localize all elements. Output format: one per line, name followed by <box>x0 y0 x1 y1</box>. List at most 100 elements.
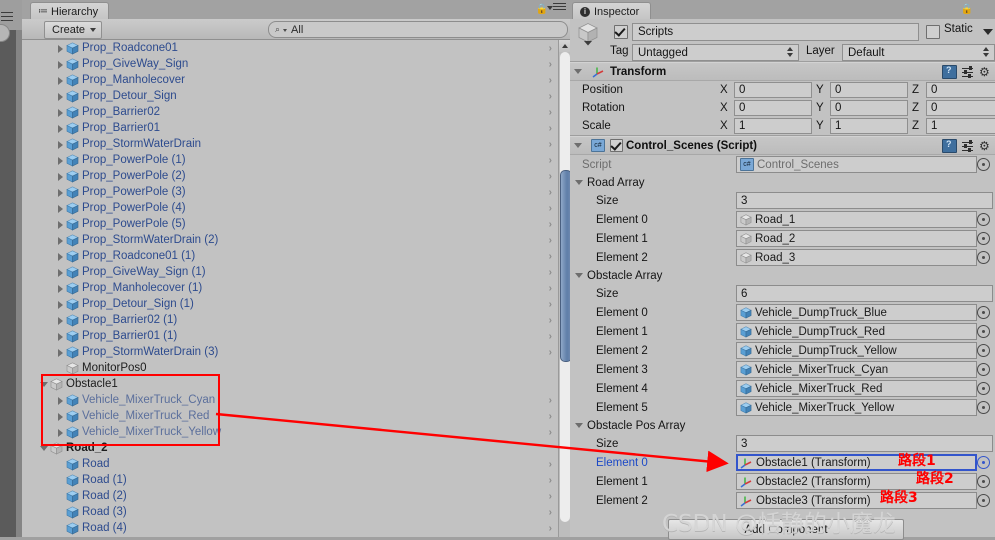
expand-toggle-icon[interactable] <box>56 188 65 197</box>
hierarchy-item[interactable]: Prop_StormWaterDrain (2) › <box>22 232 558 248</box>
object-picker-icon[interactable] <box>977 363 990 376</box>
expand-toggle-icon[interactable] <box>56 76 65 85</box>
prefab-chevron-icon[interactable]: › <box>549 459 552 470</box>
hierarchy-item[interactable]: Road (4) › <box>22 520 558 536</box>
foldout-toggle-icon[interactable] <box>575 178 584 187</box>
help-book-icon[interactable] <box>942 139 957 153</box>
hierarchy-item[interactable]: Vehicle_MixerTruck_Red › <box>22 408 558 424</box>
prefab-chevron-icon[interactable]: › <box>549 299 552 310</box>
hierarchy-item[interactable]: Prop_PowerPole (2) › <box>22 168 558 184</box>
object-picker-icon[interactable] <box>977 382 990 395</box>
hierarchy-item[interactable]: Road_2 <box>22 440 558 456</box>
prefab-chevron-icon[interactable]: › <box>549 427 552 438</box>
transform-rotation-x-field[interactable]: 0 <box>734 100 812 116</box>
hierarchy-item[interactable]: Vehicle_MixerTruck_Cyan › <box>22 392 558 408</box>
object-picker-icon[interactable] <box>977 401 990 414</box>
prefab-chevron-icon[interactable]: › <box>549 75 552 86</box>
transform-component-header[interactable]: Transform ⚙ <box>570 62 995 81</box>
expand-toggle-icon[interactable] <box>56 316 65 325</box>
chevron-down-icon[interactable] <box>983 29 993 35</box>
transform-rotation-z-field[interactable]: 0 <box>926 100 995 116</box>
prefab-chevron-icon[interactable]: › <box>549 219 552 230</box>
hierarchy-item[interactable]: Prop_PowerPole (4) › <box>22 200 558 216</box>
expand-toggle-icon[interactable] <box>56 92 65 101</box>
array-element-object-field[interactable]: Vehicle_DumpTruck_Blue <box>736 304 977 321</box>
expand-toggle-icon[interactable] <box>56 236 65 245</box>
hierarchy-item[interactable]: Road (3) › <box>22 504 558 520</box>
object-picker-icon[interactable] <box>977 344 990 357</box>
object-picker-icon[interactable] <box>977 456 990 469</box>
hierarchy-item[interactable]: Prop_GiveWay_Sign (1) › <box>22 264 558 280</box>
static-checkbox[interactable] <box>926 25 940 39</box>
script-object-field[interactable]: c# Control_Scenes <box>736 156 977 173</box>
expand-toggle-icon[interactable] <box>56 332 65 341</box>
prefab-chevron-icon[interactable]: › <box>549 203 552 214</box>
prefab-chevron-icon[interactable]: › <box>549 283 552 294</box>
hierarchy-item[interactable]: Prop_Barrier01 › <box>22 120 558 136</box>
array-foldout[interactable]: Obstacle Pos Array <box>570 417 995 434</box>
gear-icon[interactable]: ⚙ <box>979 66 991 78</box>
hierarchy-item[interactable]: Road (1) › <box>22 472 558 488</box>
object-picker-icon[interactable] <box>977 213 990 226</box>
array-element-object-field[interactable]: Road_1 <box>736 211 977 228</box>
prefab-chevron-icon[interactable]: › <box>549 155 552 166</box>
object-picker-icon[interactable] <box>977 494 990 507</box>
hierarchy-item[interactable]: Prop_Barrier02 › <box>22 104 558 120</box>
transform-rotation-y-field[interactable]: 0 <box>830 100 908 116</box>
array-size-field[interactable]: 6 <box>736 285 993 302</box>
transform-position-y-field[interactable]: 0 <box>830 82 908 98</box>
prefab-chevron-icon[interactable]: › <box>549 187 552 198</box>
prefab-chevron-icon[interactable]: › <box>549 267 552 278</box>
array-size-field[interactable]: 3 <box>736 192 993 209</box>
hierarchy-item[interactable]: Prop_Detour_Sign › <box>22 88 558 104</box>
transform-scale-z-field[interactable]: 1 <box>926 118 995 134</box>
transform-scale-y-field[interactable]: 1 <box>830 118 908 134</box>
panel-options-icon[interactable] <box>547 3 566 14</box>
array-foldout[interactable]: Road Array <box>570 174 995 191</box>
panel-options-icon[interactable] <box>978 3 991 14</box>
prefab-chevron-icon[interactable]: › <box>549 139 552 150</box>
expand-toggle-icon[interactable] <box>56 220 65 229</box>
hierarchy-item[interactable]: Vehicle_MixerTruck_Yellow › <box>22 424 558 440</box>
hierarchy-item[interactable]: Prop_StormWaterDrain › <box>22 136 558 152</box>
hierarchy-item[interactable]: Prop_StormWaterDrain (3) › <box>22 344 558 360</box>
object-picker-icon[interactable] <box>977 158 990 171</box>
expand-toggle-icon[interactable] <box>56 428 65 437</box>
object-picker-icon[interactable] <box>977 251 990 264</box>
script-enabled-checkbox[interactable] <box>610 139 623 152</box>
gameobject-active-checkbox[interactable] <box>614 25 628 39</box>
hierarchy-item[interactable]: Prop_PowerPole (1) › <box>22 152 558 168</box>
hierarchy-item[interactable]: Obstacle1 <box>22 376 558 392</box>
collapse-toggle-icon[interactable] <box>40 380 49 389</box>
object-picker-icon[interactable] <box>977 232 990 245</box>
prefab-chevron-icon[interactable]: › <box>549 347 552 358</box>
hierarchy-item[interactable]: Prop_Barrier01 (1) › <box>22 328 558 344</box>
hierarchy-item[interactable]: Road › <box>22 456 558 472</box>
prefab-chevron-icon[interactable]: › <box>549 107 552 118</box>
hierarchy-item[interactable]: Prop_Roadcone01 (1) › <box>22 248 558 264</box>
transform-scale-x-field[interactable]: 1 <box>734 118 812 134</box>
foldout-toggle-icon[interactable] <box>574 67 583 76</box>
collapse-toggle-icon[interactable] <box>40 444 49 453</box>
prefab-chevron-icon[interactable]: › <box>549 59 552 70</box>
expand-toggle-icon[interactable] <box>56 156 65 165</box>
transform-position-z-field[interactable]: 0 <box>926 82 995 98</box>
hierarchy-item[interactable]: Prop_Barrier02 (1) › <box>22 312 558 328</box>
prefab-chevron-icon[interactable]: › <box>549 331 552 342</box>
foldout-toggle-icon[interactable] <box>575 271 584 280</box>
hierarchy-search-input[interactable]: ⌕ All <box>268 21 568 38</box>
hierarchy-item[interactable]: Prop_PowerPole (3) › <box>22 184 558 200</box>
prefab-chevron-icon[interactable]: › <box>549 491 552 502</box>
create-button[interactable]: Create <box>44 21 103 39</box>
object-picker-icon[interactable] <box>977 325 990 338</box>
array-element-object-field[interactable]: Road_3 <box>736 249 977 266</box>
preset-icon[interactable] <box>962 140 974 152</box>
prefab-chevron-icon[interactable]: › <box>549 123 552 134</box>
prefab-chevron-icon[interactable]: › <box>549 411 552 422</box>
foldout-toggle-icon[interactable] <box>575 421 584 430</box>
prefab-chevron-icon[interactable]: › <box>549 235 552 246</box>
prefab-chevron-icon[interactable]: › <box>549 395 552 406</box>
expand-toggle-icon[interactable] <box>56 124 65 133</box>
preset-icon[interactable] <box>962 66 974 78</box>
array-element-object-field[interactable]: Vehicle_MixerTruck_Red <box>736 380 977 397</box>
